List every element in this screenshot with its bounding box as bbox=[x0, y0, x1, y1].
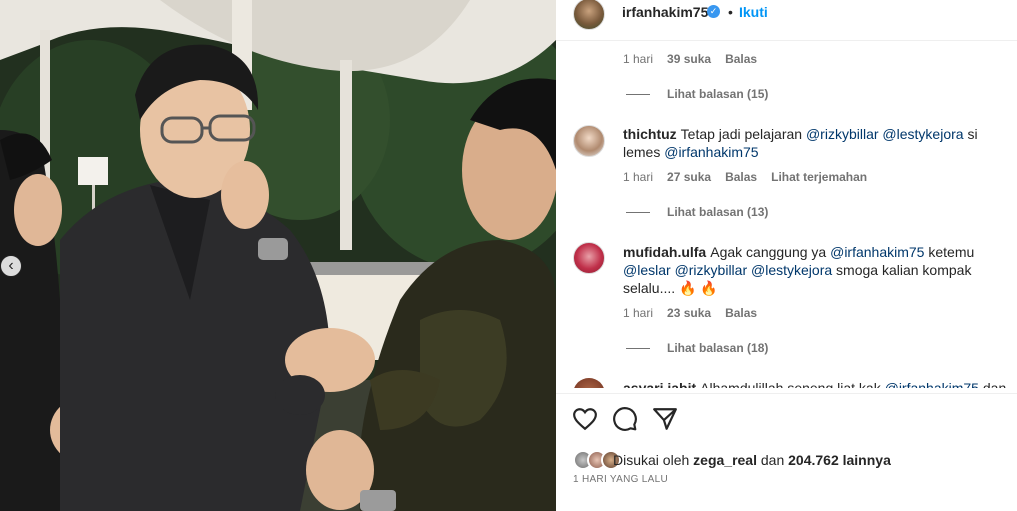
comment-meta: 1 hari 27 suka Balas Lihat terjemahan bbox=[623, 170, 881, 184]
mention-link[interactable]: @lestykejora bbox=[882, 126, 963, 142]
post-time-ago[interactable]: 1 HARI YANG LALU bbox=[573, 474, 668, 485]
mention-link[interactable]: @leslar bbox=[623, 262, 671, 278]
comment-likes[interactable]: 27 suka bbox=[667, 170, 711, 184]
comment-meta: 1 hari 23 suka Balas bbox=[623, 306, 771, 320]
chevron-left-icon: ‹ bbox=[8, 257, 14, 274]
mention-link[interactable]: @irfanhakim75 bbox=[664, 144, 758, 160]
verified-badge-icon: ✓ bbox=[707, 5, 720, 18]
previous-media-button[interactable]: ‹ bbox=[0, 255, 22, 277]
comment-time[interactable]: 1 hari bbox=[623, 170, 653, 184]
replies-divider bbox=[626, 212, 650, 213]
reply-button[interactable]: Balas bbox=[725, 306, 757, 320]
separator-dot: • bbox=[728, 4, 733, 20]
mention-link[interactable]: @lestykejora bbox=[751, 262, 832, 278]
mention-link[interactable]: @rizkybillar bbox=[675, 262, 748, 278]
replies-divider bbox=[626, 348, 650, 349]
comment-time[interactable]: 1 hari bbox=[623, 52, 653, 66]
comment-body: Alhamdulillah seneng liat kak bbox=[700, 380, 885, 388]
view-replies-button[interactable]: Lihat balasan (13) bbox=[667, 205, 768, 219]
replies-divider bbox=[626, 94, 650, 95]
commenter-username[interactable]: mufidah.ulfa bbox=[623, 244, 706, 260]
likes-prefix: Disukai oleh bbox=[613, 452, 694, 468]
post-media: ‹ bbox=[0, 0, 556, 511]
translate-button[interactable]: Lihat terjemahan bbox=[771, 170, 867, 184]
commenter-avatar[interactable] bbox=[573, 125, 605, 157]
mention-link[interactable]: @rizkybillar bbox=[806, 126, 879, 142]
likes-summary: Disukai oleh zega_real dan 204.762 lainn… bbox=[613, 452, 891, 468]
commenter-username[interactable]: asyari.jabit bbox=[623, 380, 696, 388]
mention-link[interactable]: @irfanhakim75 bbox=[885, 380, 979, 388]
follow-button[interactable]: Ikuti bbox=[739, 4, 768, 20]
comment-icon[interactable] bbox=[612, 406, 638, 432]
comments-list[interactable]: 1 hari 39 suka Balas Lihat balasan (15) th… bbox=[556, 41, 1017, 388]
commenter-avatar[interactable] bbox=[573, 378, 605, 388]
fire-emoji-icon: 🔥 bbox=[679, 280, 697, 296]
author-username[interactable]: irfanhakim75 bbox=[622, 4, 708, 20]
reply-button[interactable]: Balas bbox=[725, 170, 757, 184]
comment-likes[interactable]: 23 suka bbox=[667, 306, 711, 320]
comment-body: Agak canggung ya bbox=[710, 244, 831, 260]
media-photo bbox=[0, 0, 556, 511]
send-icon[interactable] bbox=[652, 406, 678, 432]
view-replies-button[interactable]: Lihat balasan (15) bbox=[667, 87, 768, 101]
comment-text: thichtuz Tetap jadi pelajaran @rizkybilla… bbox=[623, 125, 1015, 161]
comment-body: Tetap jadi pelajaran bbox=[680, 126, 806, 142]
likes-count[interactable]: 204.762 lainnya bbox=[788, 452, 891, 468]
comment-likes[interactable]: 39 suka bbox=[667, 52, 711, 66]
post-sidebar: irfanhakim75 ✓ • Ikuti 1 hari 39 suka Bala… bbox=[556, 0, 1017, 511]
comment-body: dan bbox=[978, 380, 1007, 388]
author-avatar[interactable] bbox=[573, 0, 605, 30]
post-actions bbox=[556, 393, 1017, 443]
post-header: irfanhakim75 ✓ • Ikuti bbox=[556, 0, 1017, 41]
mention-link[interactable]: @irfanhakim75 bbox=[830, 244, 924, 260]
comment-text: asyari.jabit Alhamdulillah seneng liat ka… bbox=[623, 379, 1015, 388]
comment-text: mufidah.ulfa Agak canggung ya @irfanhakim… bbox=[623, 243, 1015, 297]
comment-time[interactable]: 1 hari bbox=[623, 306, 653, 320]
heart-icon[interactable] bbox=[572, 406, 598, 432]
view-replies-button[interactable]: Lihat balasan (18) bbox=[667, 341, 768, 355]
commenter-avatar[interactable] bbox=[573, 242, 605, 274]
comment-body: ketemu bbox=[924, 244, 975, 260]
commenter-username[interactable]: thichtuz bbox=[623, 126, 677, 142]
liker-username[interactable]: zega_real bbox=[693, 452, 757, 468]
fire-emoji-icon: 🔥 bbox=[700, 280, 718, 296]
comment-meta: 1 hari 39 suka Balas bbox=[623, 52, 771, 66]
likes-connector: dan bbox=[756, 452, 789, 468]
reply-button[interactable]: Balas bbox=[725, 52, 757, 66]
